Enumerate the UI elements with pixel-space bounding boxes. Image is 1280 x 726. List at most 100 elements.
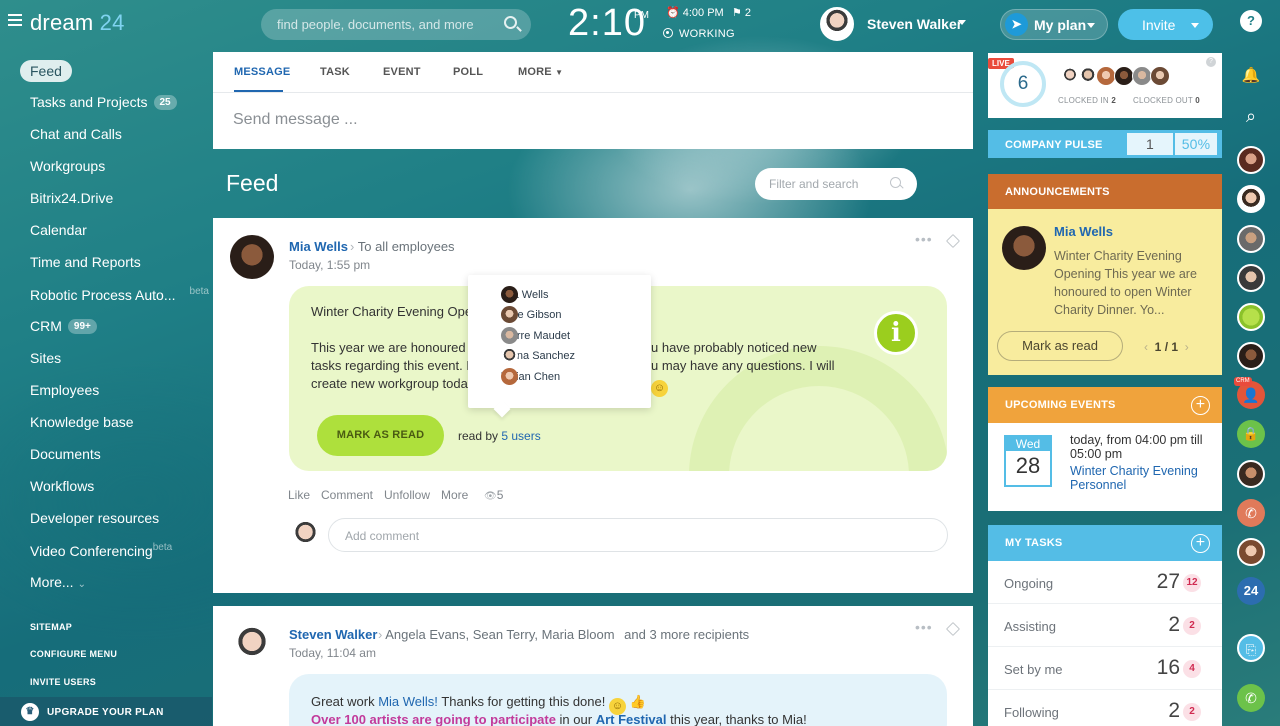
reader-item[interactable]: Elena Sanchez [476,347,575,364]
screen-share-icon[interactable]: ⎘ [1237,634,1265,662]
logo[interactable]: dream 24 [30,10,125,36]
contact-avatar[interactable] [1237,342,1265,370]
sidebar-item-employees[interactable]: Employees [30,382,99,398]
avatar[interactable] [1150,66,1170,86]
help-icon[interactable]: ? [1206,57,1216,67]
chevron-left-icon[interactable]: ‹ [1144,340,1148,354]
sidebar-item-workgroups[interactable]: Workgroups [30,158,105,174]
mark-as-read-button[interactable]: MARK AS READ [317,415,444,456]
sidebar-item-tasks[interactable]: Tasks and Projects 25 [30,94,177,110]
more-icon[interactable]: ••• [915,619,933,635]
pin-icon[interactable] [945,233,961,249]
sidebar-item-feed[interactable]: Feed [20,60,72,82]
invite-users-link[interactable]: INVITE USERS [30,677,96,687]
sidebar-item-video[interactable]: Video Conferencingbeta [30,542,172,559]
tab-event[interactable]: EVENT [383,66,421,78]
menu-icon[interactable] [8,14,22,26]
reader-item[interactable]: Pierre Maudet [476,327,570,344]
chevron-right-icon[interactable]: › [1185,340,1189,354]
flag-count[interactable]: ⚑ 2 [732,6,751,19]
post-recipients[interactable]: › Angela Evans, Sean Terry, Maria Bloom … [378,627,749,642]
event-card[interactable]: Wed 28 today, from 04:00 pm till 05:00 p… [988,423,1222,511]
work-status[interactable]: WORKING [663,28,735,40]
like-link[interactable]: Like [288,488,310,502]
tab-task[interactable]: TASK [320,66,350,78]
search-icon[interactable]: ⌕ [1240,106,1262,127]
user-avatar[interactable] [820,7,854,41]
task-row[interactable]: Set by me 16 4 [988,647,1222,690]
my-plan-button[interactable]: ➤ My plan [1000,9,1108,40]
upgrade-plan-button[interactable]: ♛ UPGRADE YOUR PLAN [0,697,212,726]
tab-more[interactable]: MORE ▼ [518,66,563,78]
post-recipients[interactable]: › To all employees [350,239,455,254]
add-icon[interactable]: + [1191,396,1210,415]
sitemap-link[interactable]: SITEMAP [30,622,72,632]
call-icon[interactable]: ✆ [1237,684,1265,712]
contact-avatar[interactable] [1237,225,1265,253]
mention-link[interactable]: Mia Wells! [378,694,438,709]
avatar[interactable] [1096,66,1116,86]
filter-search-input[interactable]: Filter and search [755,168,917,200]
more-link[interactable]: More [441,488,468,502]
sidebar-item-calendar[interactable]: Calendar [30,222,87,238]
search-icon[interactable] [504,16,517,29]
invite-button[interactable]: Invite [1118,9,1213,40]
comment-link[interactable]: Comment [321,488,373,502]
festival-link[interactable]: Art Festival [596,712,667,726]
chevron-down-icon[interactable] [958,20,966,25]
bitrix24-icon[interactable]: 24 [1237,577,1265,605]
sidebar-item-workflows[interactable]: Workflows [30,478,94,494]
post-author[interactable]: Steven Walker [289,627,377,642]
sidebar-item-time-reports[interactable]: Time and Reports [30,254,141,270]
sidebar-item-knowledge[interactable]: Knowledge base [30,414,134,430]
announcement-text[interactable]: Winter Charity Evening Opening This year… [1054,247,1214,319]
sidebar-item-developer[interactable]: Developer resources [30,510,159,526]
avatar[interactable] [1060,66,1080,86]
mark-as-read-button[interactable]: Mark as read [997,331,1123,361]
sidebar-item-more[interactable]: More... ⌄ [30,574,86,590]
event-title[interactable]: Winter Charity Evening Personnel [1070,464,1220,492]
task-row[interactable]: Ongoing 27 12 [988,561,1222,604]
group-icon[interactable] [1237,303,1265,331]
comment-input[interactable]: Add comment [328,518,948,552]
contact-avatar[interactable] [1237,538,1265,566]
user-name[interactable]: Steven Walker [867,16,962,32]
sidebar-item-drive[interactable]: Bitrix24.Drive [30,190,113,206]
crm-contact-icon[interactable]: 👤 CRM [1234,377,1265,409]
company-pulse[interactable]: COMPANY PULSE 1 50% [988,130,1222,158]
read-by-users-link[interactable]: 5 users [501,429,540,443]
reader-item[interactable]: Mia Wells [476,286,548,303]
sidebar-item-sites[interactable]: Sites [30,350,61,366]
avatar[interactable] [1114,66,1134,86]
phone-icon[interactable]: ✆ [1237,499,1265,527]
search-icon[interactable] [890,177,901,188]
views-count[interactable]: 👁5 [484,488,503,502]
alarm-time[interactable]: ⏰ 4:00 PM [666,6,724,19]
avatar[interactable] [1078,66,1098,86]
avatar[interactable] [1132,66,1152,86]
bell-icon[interactable]: 🔔 [1240,66,1262,84]
reader-item[interactable]: Vivian Chen [476,368,560,385]
contact-avatar[interactable] [1237,264,1265,292]
avatar[interactable] [1002,226,1046,270]
sidebar-item-chat[interactable]: Chat and Calls [30,126,122,142]
lock-icon[interactable]: 🔒 [1237,420,1265,448]
sidebar-item-documents[interactable]: Documents [30,446,101,462]
help-icon[interactable]: ? [1240,10,1262,32]
message-input[interactable]: Send message ... [233,111,358,129]
clock[interactable]: 2:10 [568,2,646,45]
contact-avatar[interactable] [1237,185,1265,213]
more-icon[interactable]: ••• [915,231,933,247]
reader-item[interactable]: Kate Gibson [476,306,562,323]
tab-message[interactable]: MESSAGE [234,66,290,78]
live-count[interactable]: 6 [1000,61,1046,107]
contact-avatar[interactable] [1237,146,1265,174]
tab-poll[interactable]: POLL [453,66,483,78]
sidebar-item-rpa[interactable]: Robotic Process Auto... beta [30,286,209,303]
post-author[interactable]: Mia Wells [289,239,348,254]
task-row[interactable]: Assisting 2 2 [988,604,1222,647]
announcement-author[interactable]: Mia Wells [1054,224,1113,239]
search-input[interactable]: find people, documents, and more [261,9,531,40]
sidebar-item-crm[interactable]: CRM 99+ [30,318,97,334]
contact-avatar[interactable] [1237,460,1265,488]
